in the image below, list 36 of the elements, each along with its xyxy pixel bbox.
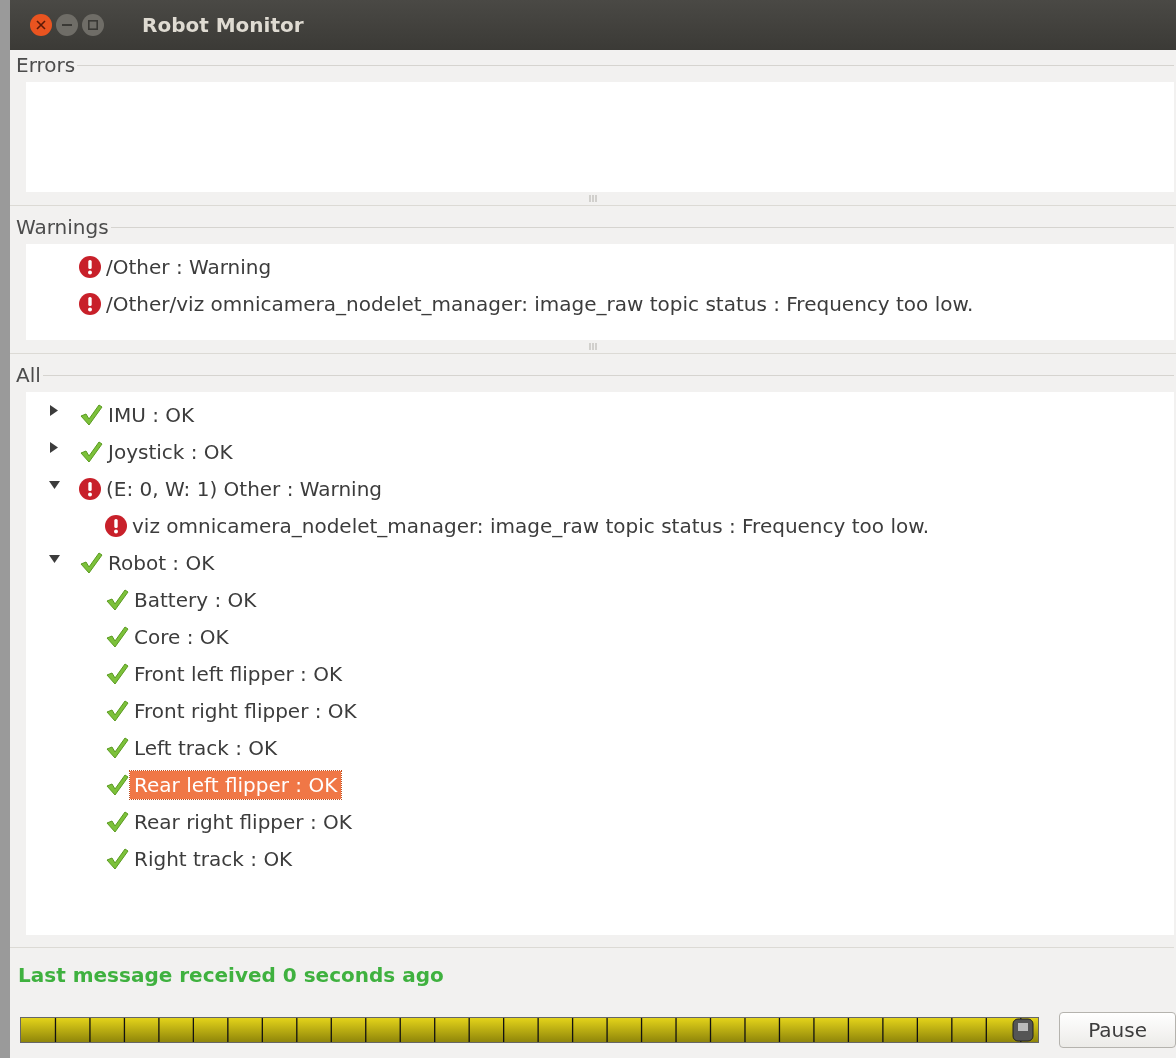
expand-arrow-icon[interactable] [49, 405, 59, 416]
splitter-handle-icon [589, 343, 597, 350]
tree-item[interactable]: Right track : OK [130, 844, 297, 873]
error-icon [78, 291, 102, 316]
collapse-arrow-icon[interactable] [48, 553, 60, 564]
maximize-icon [88, 20, 98, 30]
slider-thumb[interactable] [1010, 1018, 1035, 1042]
collapse-arrow-icon[interactable] [48, 479, 60, 490]
tree-item[interactable]: (E: 0, W: 1) Other : Warning [102, 474, 387, 503]
status-text: Last message received 0 seconds ago [17, 962, 445, 989]
tree-item[interactable]: Core : OK [130, 622, 233, 651]
tree-item[interactable]: IMU : OK [104, 400, 199, 429]
section-title: Errors [16, 54, 76, 76]
close-button[interactable] [30, 14, 52, 36]
tree-item[interactable]: Rear right flipper : OK [130, 807, 356, 836]
tree-item[interactable]: Battery : OK [130, 585, 261, 614]
minimize-icon [62, 24, 72, 26]
tree-item[interactable]: Front right flipper : OK [130, 696, 361, 725]
expand-arrow-icon[interactable] [49, 442, 59, 453]
tree-item[interactable]: viz omnicamera_nodelet_manager: image_raw topic status : Frequency too low. [128, 511, 934, 540]
splitter-handle-icon [589, 195, 597, 202]
error-icon [104, 513, 128, 538]
tree-item[interactable]: Left track : OK [130, 733, 282, 762]
timeline-slider[interactable] [20, 1017, 1040, 1043]
warning-text: /Other : Warning [105, 253, 273, 281]
error-icon [78, 254, 102, 279]
warning-text: /Other/viz omnicamera_nodelet_manager: image_raw topic status : Frequency too low. [105, 290, 975, 318]
close-icon [36, 20, 46, 30]
section-title: Warnings [16, 216, 109, 238]
error-icon [78, 476, 102, 501]
tree-item[interactable]: Robot : OK [104, 548, 219, 577]
tree-item[interactable]: Joystick : OK [104, 437, 237, 466]
section-title: All [16, 364, 41, 386]
tree-item[interactable]: Front left flipper : OK [130, 659, 347, 688]
window-title: Robot Monitor [142, 12, 304, 39]
pause-button[interactable]: Pause [1059, 1012, 1176, 1048]
